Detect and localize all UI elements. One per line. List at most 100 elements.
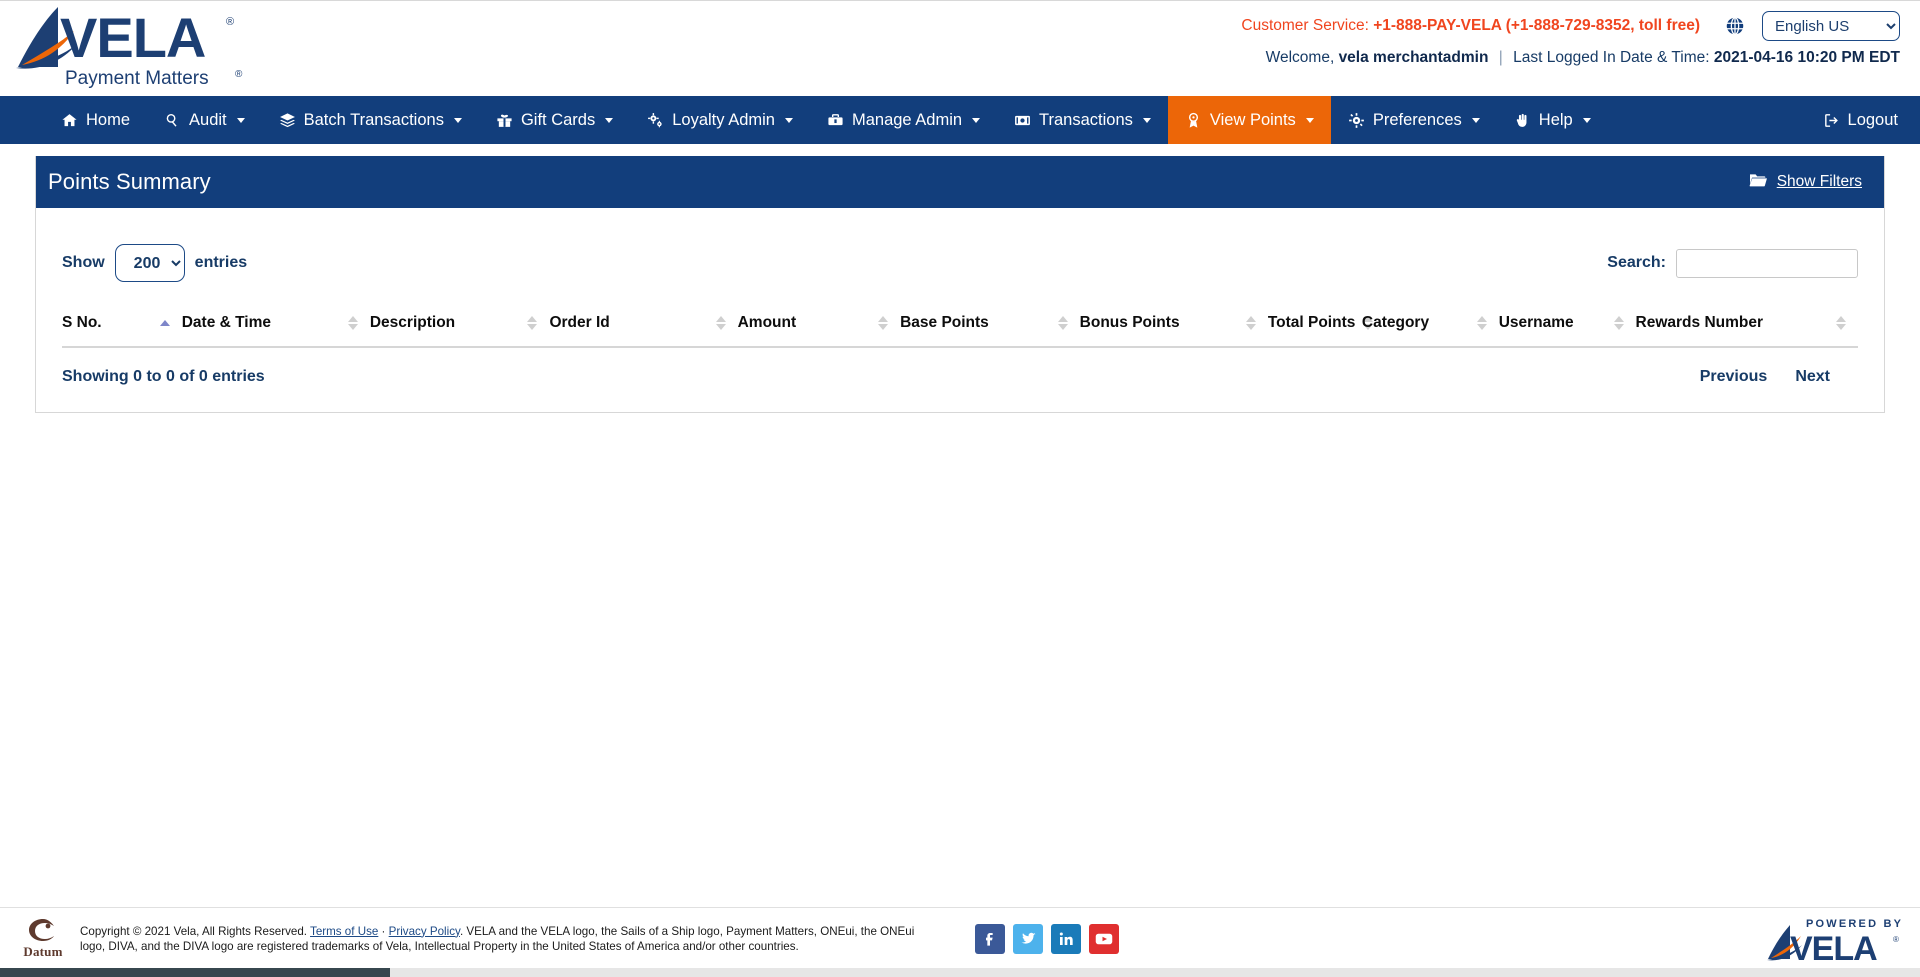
column-label: Amount <box>737 314 797 331</box>
column-header-rewards-number[interactable]: Rewards Number <box>1635 308 1858 347</box>
customer-service-number[interactable]: +1-888-PAY-VELA (+1-888-729-8352, toll f… <box>1373 17 1700 34</box>
chevron-down-icon <box>1471 117 1480 123</box>
gears-icon <box>647 112 664 129</box>
search-label: Search: <box>1607 254 1666 271</box>
sort-icon[interactable] <box>1057 316 1068 330</box>
nav-item-label: Home <box>86 110 131 129</box>
sort-icon[interactable] <box>1476 316 1487 330</box>
home-icon <box>61 112 78 129</box>
entries-label: entries <box>194 254 248 271</box>
column-header-s-no[interactable]: S No. <box>62 308 182 347</box>
chevron-down-icon <box>236 117 245 123</box>
globe-icon[interactable] <box>1724 15 1746 37</box>
social-links <box>975 923 1119 954</box>
nav-item-label: Help <box>1538 110 1573 129</box>
sort-icon[interactable] <box>878 316 889 330</box>
linkedin-icon[interactable] <box>1051 923 1081 954</box>
column-header-total-points[interactable]: Total Points <box>1267 308 1374 347</box>
footer-copyright: Copyright © 2021 Vela, All Rights Reserv… <box>80 924 920 954</box>
panel-body: Show 200 entries Search: S No. Date & Ti… <box>36 208 1884 412</box>
nav-item-audit[interactable]: Audit <box>147 96 262 144</box>
logout-button[interactable]: Logout <box>1801 96 1920 144</box>
column-label: Total Points <box>1267 314 1356 331</box>
horizontal-scrollbar[interactable] <box>0 968 1920 977</box>
page-header: VELA ® Payment Matters ® Customer Servic… <box>0 0 1920 96</box>
nav-item-loyalty-admin[interactable]: Loyalty Admin <box>630 96 810 144</box>
page-length-control: Show 200 entries <box>62 244 247 282</box>
nav-item-manage-admin[interactable]: Manage Admin <box>810 96 997 144</box>
chevron-down-icon <box>605 117 614 123</box>
column-header-bonus-points[interactable]: Bonus Points <box>1079 308 1268 347</box>
customer-service-row: Customer Service: +1-888-PAY-VELA (+1-88… <box>1241 15 1700 37</box>
nav-item-help[interactable]: Help <box>1497 96 1608 144</box>
nav-item-label: Audit <box>189 110 227 129</box>
previous-page-button[interactable]: Previous <box>1700 368 1768 386</box>
sort-icon[interactable] <box>715 316 726 330</box>
chevron-down-icon <box>784 117 793 123</box>
table-head: S No. Date & Time Description Order Id Amoun… <box>62 308 1858 347</box>
sort-icon[interactable] <box>1613 316 1624 330</box>
award-icon <box>1185 112 1202 129</box>
sort-icon[interactable] <box>347 316 358 330</box>
nav-item-label: View Points <box>1209 110 1296 129</box>
youtube-icon[interactable] <box>1089 923 1119 954</box>
column-header-base-points[interactable]: Base Points <box>900 308 1080 347</box>
terms-of-use-link[interactable]: Terms of Use <box>310 925 378 938</box>
nav-item-preferences[interactable]: Preferences <box>1331 96 1497 144</box>
svg-text:Payment Matters: Payment Matters <box>65 68 209 89</box>
nav-item-view-points[interactable]: View Points <box>1167 96 1331 144</box>
svg-text:VELA: VELA <box>60 6 205 69</box>
show-filters-button[interactable]: Show Filters <box>1748 172 1862 193</box>
nav-items: Home Audit Batch Transactions Gift Cards Loy… <box>0 96 1608 144</box>
column-label: Base Points <box>900 314 989 331</box>
scrollbar-thumb[interactable] <box>0 968 390 977</box>
column-header-date-time[interactable]: Date & Time <box>181 308 370 347</box>
search-input[interactable] <box>1676 248 1858 278</box>
datum-label: Datum <box>23 944 63 959</box>
privacy-policy-link[interactable]: Privacy Policy <box>389 925 460 938</box>
column-header-username[interactable]: Username <box>1498 308 1636 347</box>
nav-item-batch-transactions[interactable]: Batch Transactions <box>262 96 479 144</box>
header-right-block: Customer Service: +1-888-PAY-VELA (+1-88… <box>1241 11 1900 68</box>
nav-item-transactions[interactable]: Transactions <box>997 96 1168 144</box>
column-label: Order Id <box>549 314 610 331</box>
column-header-amount[interactable]: Amount <box>737 308 901 347</box>
customer-service-line: Customer Service: +1-888-PAY-VELA (+1-88… <box>1241 11 1900 41</box>
sort-icon[interactable] <box>1836 316 1846 330</box>
twitter-icon[interactable] <box>1013 923 1043 954</box>
column-label: S No. <box>62 314 102 331</box>
sign-out-icon <box>1823 112 1840 129</box>
scrollbar-track[interactable] <box>390 968 1920 977</box>
language-select[interactable]: English US <box>1762 11 1900 41</box>
column-header-description[interactable]: Description <box>369 308 550 347</box>
sort-ascending-icon[interactable] <box>159 320 170 326</box>
hand-icon <box>1514 112 1531 129</box>
svg-text:®: ® <box>235 69 243 80</box>
sort-icon[interactable] <box>527 316 538 330</box>
magnifier-icon <box>164 112 181 129</box>
vela-logo[interactable]: VELA ® Payment Matters ® <box>8 5 260 91</box>
nav-item-gift-cards[interactable]: Gift Cards <box>479 96 630 144</box>
next-page-button[interactable]: Next <box>1795 368 1830 386</box>
column-label: Rewards Number <box>1635 314 1764 331</box>
nav-item-home[interactable]: Home <box>44 96 147 144</box>
page-length-select[interactable]: 200 <box>114 244 185 282</box>
page-title: Points Summary <box>48 169 211 194</box>
table-controls: Show 200 entries Search: <box>62 244 1858 282</box>
column-header-order-id[interactable]: Order Id <box>549 308 738 347</box>
column-header-category[interactable]: Category <box>1361 308 1499 347</box>
svg-text:®: ® <box>226 16 234 28</box>
header-separator: | <box>1498 49 1503 66</box>
search-control: Search: <box>1607 248 1858 278</box>
sort-icon[interactable] <box>1245 316 1256 330</box>
layers-icon <box>279 112 296 129</box>
gift-icon <box>496 112 513 129</box>
powered-by-vela-logo: POWERED BY VELA ® <box>1762 912 1912 968</box>
chevron-down-icon <box>1582 117 1591 123</box>
svg-text:POWERED BY: POWERED BY <box>1806 918 1903 930</box>
nav-item-label: Gift Cards <box>520 110 596 129</box>
copyright-text-1: Copyright © 2021 Vela, All Rights Reserv… <box>80 924 311 938</box>
welcome-prefix: Welcome, <box>1265 49 1335 66</box>
nav-item-label: Preferences <box>1372 110 1462 129</box>
facebook-icon[interactable] <box>975 923 1005 954</box>
